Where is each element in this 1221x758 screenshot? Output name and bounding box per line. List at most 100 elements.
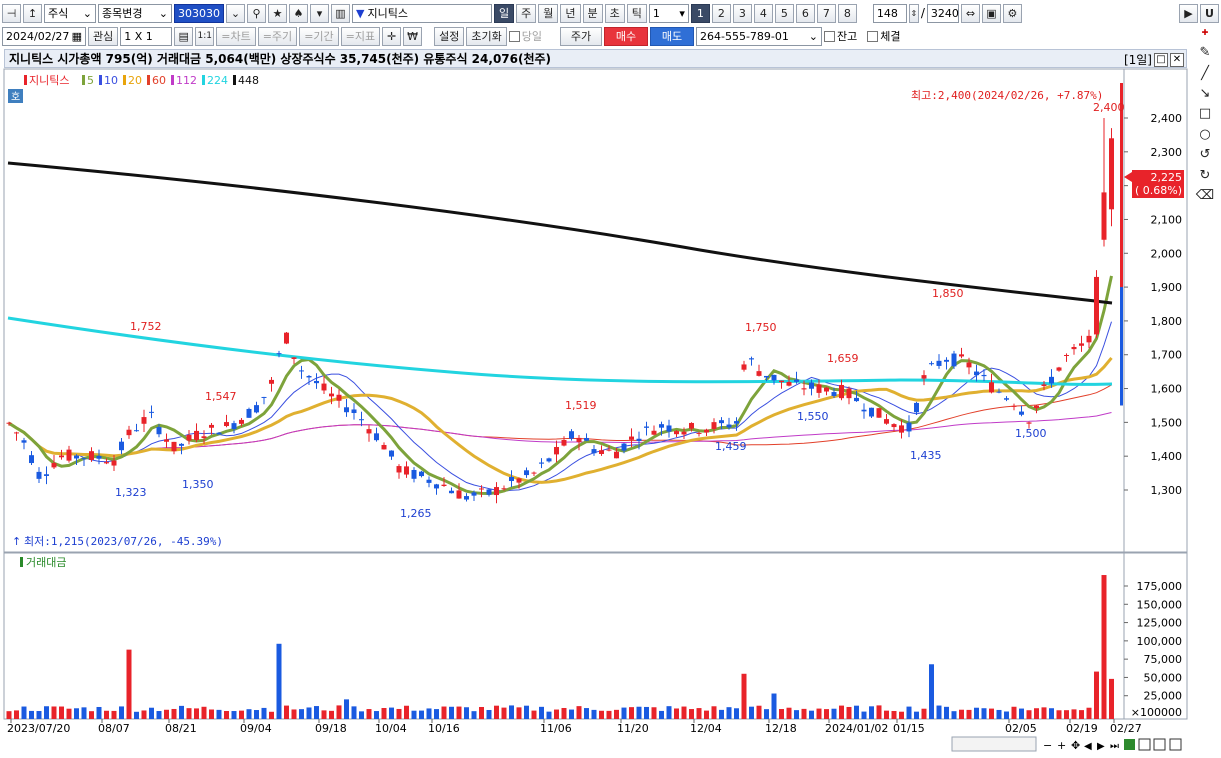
volume-bar [1086, 707, 1092, 719]
candle-body [89, 451, 94, 460]
legend-ma-swatch [202, 75, 205, 85]
volume-bar [696, 708, 702, 719]
scroll-left-icon[interactable]: ◀ [1084, 741, 1092, 752]
volume-bar [726, 707, 732, 719]
candle-body [606, 449, 612, 451]
candle-body [51, 463, 57, 468]
date-tick-label: 2024/01/02 [825, 722, 888, 735]
candle-body [299, 370, 304, 372]
candle-body [374, 433, 379, 441]
date-tick-label: 02/19 [1066, 722, 1098, 735]
candle-body [554, 447, 559, 455]
candle-body [614, 451, 619, 459]
move-icon[interactable]: ✥ [1071, 739, 1080, 752]
candle-body [846, 388, 852, 399]
volume-bar [306, 707, 312, 719]
candle-body [434, 484, 439, 489]
volume-bar [884, 710, 889, 719]
zoom-out-icon[interactable]: − [1043, 739, 1052, 752]
candle-body [711, 422, 717, 429]
volume-bar [209, 709, 214, 719]
candle-body [276, 353, 282, 355]
settings-grid-icon[interactable] [1169, 738, 1182, 751]
candle-body [524, 470, 529, 476]
zoom-in-icon[interactable]: + [1057, 739, 1066, 752]
price-axis-panel [1123, 68, 1188, 553]
candle-body [719, 420, 724, 424]
price-tick-label: 2,400 [1151, 112, 1183, 125]
price-tick-label: 1,600 [1151, 383, 1183, 396]
candle-body [471, 492, 477, 496]
volume-bar [576, 706, 582, 719]
excel-icon[interactable] [1124, 739, 1135, 750]
scroll-end-icon[interactable]: ⏭ [1110, 741, 1119, 752]
volume-bar [546, 711, 552, 719]
legend-swatch-price [24, 75, 27, 85]
date-tick-label: 09/04 [240, 722, 272, 735]
candle-body [861, 409, 867, 412]
volume-bar [899, 711, 904, 719]
candle-body [891, 424, 897, 428]
volume-bar [179, 705, 184, 719]
volume-bar [756, 705, 762, 719]
legend-ma-swatch [82, 75, 85, 85]
candle-body [381, 444, 387, 450]
volume-bar [561, 707, 567, 719]
volume-bar [419, 710, 424, 719]
volume-bar [396, 708, 402, 719]
candle-body [396, 466, 402, 473]
candle-body [344, 407, 349, 413]
candle-body [644, 426, 649, 428]
volume-bar [846, 706, 852, 719]
candle-body [704, 429, 709, 433]
volume-bar [951, 711, 957, 719]
volume-bar [809, 710, 814, 719]
zoom-slider[interactable] [951, 736, 1037, 752]
candle-body [689, 422, 694, 429]
date-tick-label: 01/15 [893, 722, 925, 735]
volume-bar [1019, 708, 1024, 719]
volume-bar [599, 710, 604, 719]
current-price: 2,225 [1151, 171, 1183, 184]
volume-bar [666, 706, 672, 719]
volume-bar [104, 710, 109, 719]
legend-ma-label: 5 [87, 74, 94, 87]
candle-body [636, 438, 642, 441]
price-annotation: 1,435 [910, 449, 942, 462]
legend-ma-label: 60 [152, 74, 166, 87]
scroll-right-icon[interactable]: ▶ [1097, 741, 1105, 752]
price-annotation: 1,550 [797, 410, 829, 423]
candle-body [779, 380, 784, 383]
volume-bar [539, 706, 544, 719]
candle-body [164, 439, 169, 442]
volume-bar [404, 705, 409, 719]
save-chart-icon[interactable] [1138, 738, 1151, 751]
volume-bar [276, 643, 282, 719]
candle-body [794, 379, 799, 382]
candle-body [464, 496, 469, 500]
print-icon[interactable] [1153, 738, 1166, 751]
volume-panel [3, 552, 1125, 720]
price-annotation: 1,459 [715, 440, 747, 453]
candle-body [419, 471, 424, 477]
candle-body [584, 437, 589, 441]
candle-body [1064, 354, 1069, 356]
candle-body [246, 408, 252, 418]
candle-body [621, 443, 627, 451]
price-annotation: 1,659 [827, 352, 859, 365]
volume-bar [621, 707, 627, 719]
stock-chart[interactable]: 2,4002,3002,2002,1002,0001,9001,8001,700… [0, 0, 1221, 758]
volume-bar [374, 711, 379, 719]
volume-unit: ×100000 [1131, 706, 1182, 719]
volume-bar [6, 711, 12, 719]
candle-body [1094, 276, 1099, 335]
volume-bar [516, 707, 522, 719]
candle-body [921, 375, 927, 379]
candle-body [194, 430, 199, 440]
candle-body [411, 469, 417, 479]
candle-body [134, 430, 139, 432]
volume-bar [914, 711, 919, 719]
candle-body [21, 440, 27, 443]
candle-body [974, 371, 979, 376]
volume-bar [156, 711, 162, 719]
